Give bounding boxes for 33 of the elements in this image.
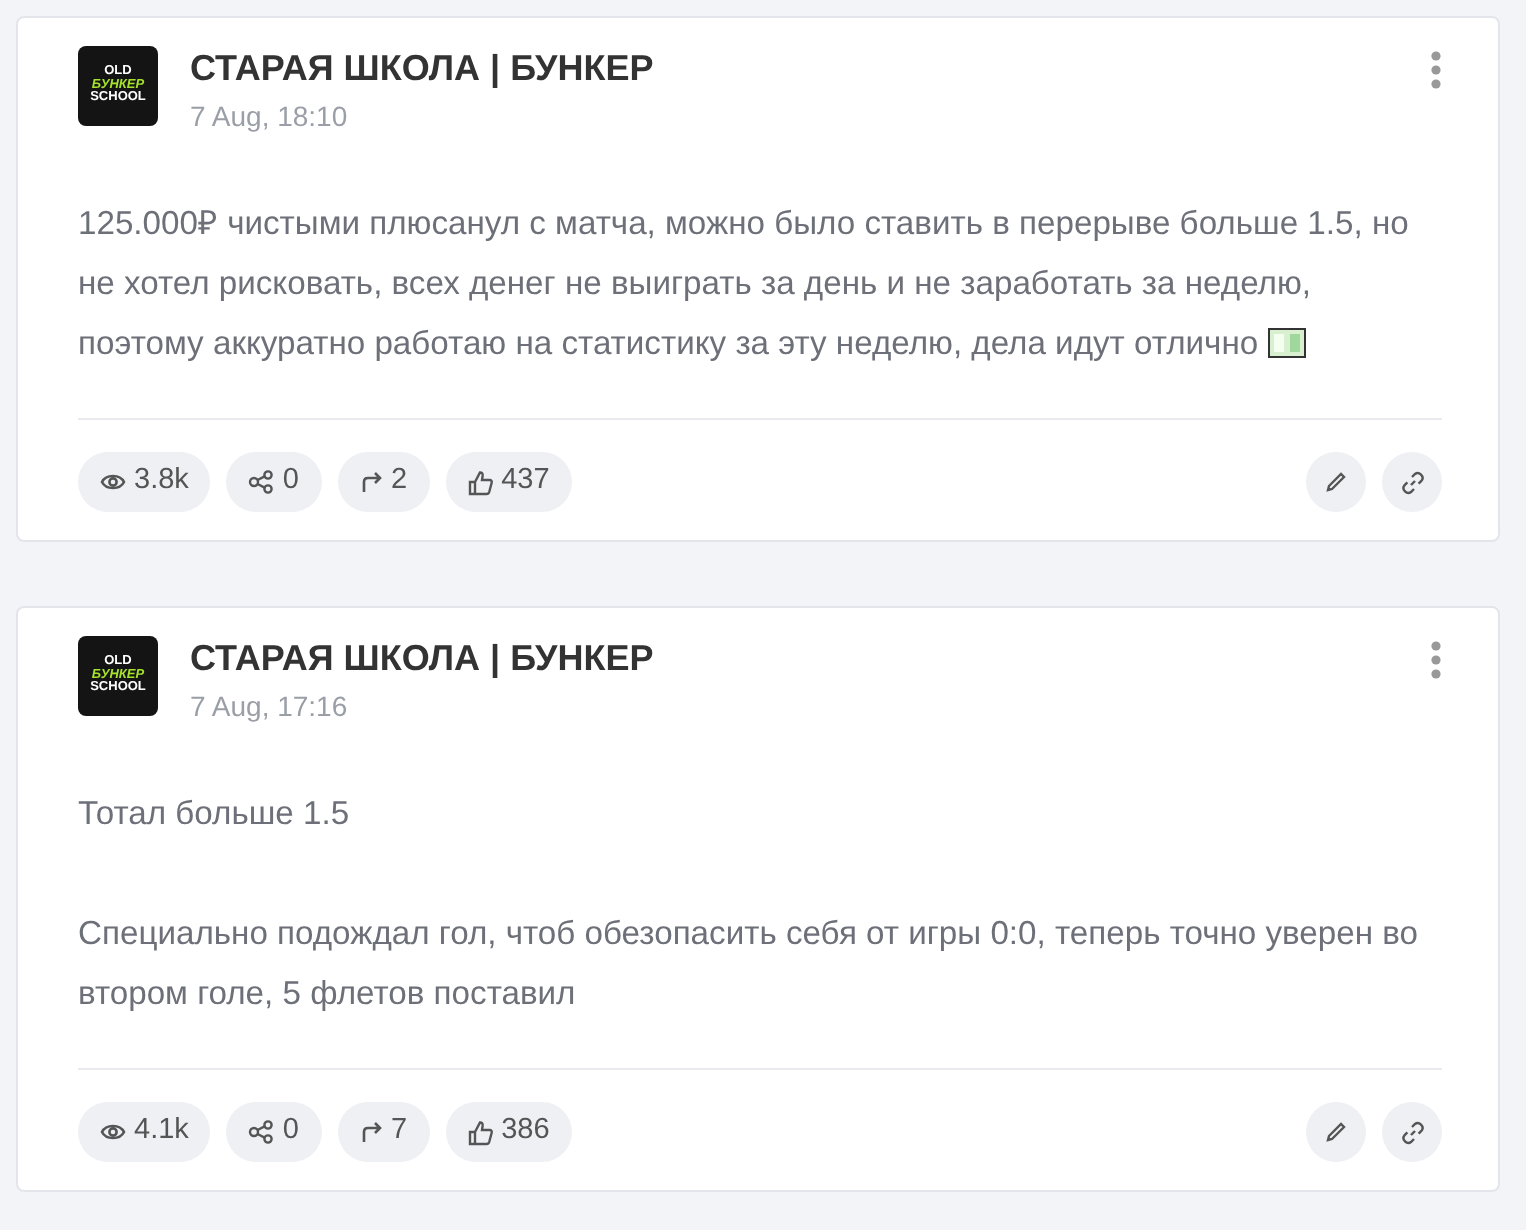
post-text: Специально подождал гол, чтоб обезопасить себя от игры 0:0, теперь точно уверен во втором голе, 5 флетов поставил (78, 912, 1420, 1016)
share-button[interactable]: 0 (226, 1102, 321, 1162)
forward-arrow-icon (359, 470, 383, 494)
views-button[interactable]: 4.1k (78, 1102, 211, 1162)
channel-title: СТАРАЯ ШКОЛА | БУНКЕР (190, 46, 656, 92)
share-button[interactable]: 0 (226, 452, 321, 512)
forward-button[interactable]: 2 (337, 452, 430, 512)
forward-arrow-icon (359, 1120, 383, 1144)
like-button[interactable]: 386 (445, 1102, 572, 1162)
more-button[interactable] (1430, 636, 1442, 684)
channel-title: СТАРАЯ ШКОЛА | БУНКЕР (190, 636, 656, 682)
eye-icon (100, 472, 126, 492)
views-button[interactable]: 3.8k (78, 452, 211, 512)
more-button[interactable] (1430, 46, 1442, 94)
post-text: Тотал больше 1.5 (78, 792, 352, 836)
thumbs-up-icon (467, 1119, 494, 1145)
pencil-icon (1324, 470, 1348, 494)
thumbs-up-icon (467, 469, 494, 495)
link-icon (1399, 1119, 1425, 1145)
like-button[interactable]: 437 (445, 452, 572, 512)
link-button[interactable] (1382, 452, 1442, 512)
edit-button[interactable] (1306, 452, 1366, 512)
link-icon (1399, 469, 1425, 495)
edit-button[interactable] (1306, 1102, 1366, 1162)
pencil-icon (1324, 1120, 1348, 1144)
eye-icon (100, 1122, 126, 1142)
share-icon (248, 1120, 275, 1144)
post-date: 7 Aug, 18:10 (190, 98, 350, 136)
share-icon (248, 470, 275, 494)
post-text: 125.000₽ чистыми плюсанул с матча, можно было ставить в перерыве больше 1.5, но не хотел рисковать, всех денег не выиграть за день и не заработать за неделю, поэтому аккуратно работаю на статистику за эту неделю, дела идут отлично (78, 202, 1411, 366)
forward-button[interactable]: 7 (337, 1102, 430, 1162)
link-button[interactable] (1382, 1102, 1442, 1162)
post-date: 7 Aug, 17:16 (190, 688, 350, 726)
